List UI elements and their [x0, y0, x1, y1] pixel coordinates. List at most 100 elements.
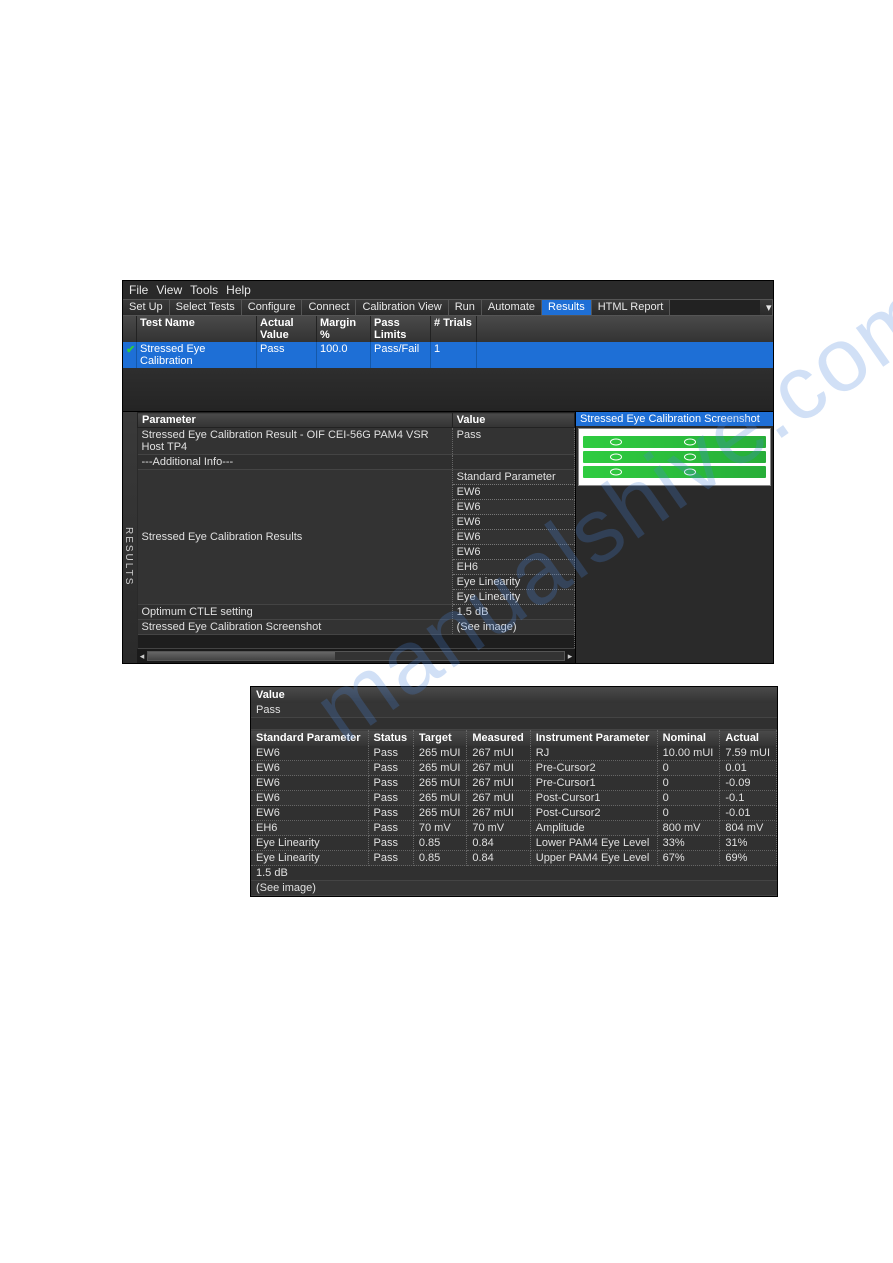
menu-file[interactable]: File [129, 283, 148, 297]
menu-tools[interactable]: Tools [190, 283, 218, 297]
param-label: Stressed Eye Calibration Screenshot [138, 620, 453, 635]
cell: 0 [657, 776, 720, 791]
pass-checkmark-icon: ✔ [123, 342, 137, 368]
eye-lane [583, 451, 766, 463]
table-row[interactable]: Pass [251, 703, 777, 718]
cell: EW6 [251, 776, 368, 791]
tabbar: Set Up Select Tests Configure Connect Ca… [123, 299, 773, 316]
cell: Pass [368, 851, 413, 866]
cell: 0.01 [720, 761, 777, 776]
inner-value: EW6 [452, 500, 574, 515]
col-pass-limits: Pass Limits [371, 316, 431, 342]
cell: 0 [657, 806, 720, 821]
param-label: Optimum CTLE setting [138, 605, 453, 620]
cell: Amplitude [530, 821, 657, 836]
table-row[interactable]: EW6Pass265 mUI267 mUIPost-Cursor20-0.01 [251, 806, 777, 821]
results-header-row: Test Name Actual Value Margin % Pass Lim… [123, 316, 773, 342]
menu-view[interactable]: View [156, 283, 182, 297]
cell: 70 mV [467, 821, 530, 836]
param-value: (See image) [452, 620, 574, 635]
inner-value: Eye Linearity [452, 590, 574, 605]
results-empty-area [123, 368, 773, 412]
cell: 0.84 [467, 851, 530, 866]
col-actual-value: Actual Value [257, 316, 317, 342]
col-trials: # Trials [431, 316, 477, 342]
screenshot-panel: Stressed Eye Calibration Screenshot [575, 412, 773, 663]
tab-connect[interactable]: Connect [302, 300, 356, 315]
menu-help[interactable]: Help [226, 283, 251, 297]
cell: 265 mUI [413, 746, 466, 761]
value-detail-panel: Value Pass Standard Parameter Status Tar… [250, 686, 778, 897]
col-actual: Actual [720, 730, 777, 747]
inner-value: EW6 [452, 545, 574, 560]
menubar: File View Tools Help [123, 281, 773, 299]
tab-select-tests[interactable]: Select Tests [170, 300, 242, 315]
tab-automate[interactable]: Automate [482, 300, 542, 315]
col-value: Value [452, 413, 574, 428]
cell: EH6 [251, 821, 368, 836]
cell: 10.00 mUI [657, 746, 720, 761]
horizontal-scrollbar[interactable]: ◂ ▸ [137, 649, 575, 663]
eye-lane [583, 466, 766, 478]
table-row[interactable]: Eye LinearityPass0.850.84Lower PAM4 Eye … [251, 836, 777, 851]
table-row[interactable]: Stressed Eye Calibration Screenshot (See… [138, 620, 575, 635]
cell: 70 mV [413, 821, 466, 836]
inner-value: Eye Linearity [452, 575, 574, 590]
cell: 31% [720, 836, 777, 851]
row-pass-limits: Pass/Fail [371, 342, 431, 368]
cell: 800 mV [657, 821, 720, 836]
cell: 33% [657, 836, 720, 851]
cell: 265 mUI [413, 791, 466, 806]
cell: 267 mUI [467, 806, 530, 821]
cell: 0.85 [413, 836, 466, 851]
optimum-value: 1.5 dB [251, 866, 777, 881]
tab-configure[interactable]: Configure [242, 300, 303, 315]
results-row-selected[interactable]: ✔ Stressed Eye Calibration Pass 100.0 Pa… [123, 342, 773, 368]
table-row[interactable]: EW6Pass265 mUI267 mUIPre-Cursor10-0.09 [251, 776, 777, 791]
table-row[interactable]: EW6Pass265 mUI267 mUIPre-Cursor200.01 [251, 761, 777, 776]
table-row[interactable]: ---Additional Info--- [138, 455, 575, 470]
tab-calibration-view[interactable]: Calibration View [356, 300, 448, 315]
table-row[interactable]: 1.5 dB [251, 866, 777, 881]
table-row[interactable]: EW6Pass265 mUI267 mUIRJ10.00 mUI7.59 mUI [251, 746, 777, 761]
table-row[interactable]: EH6Pass70 mV70 mVAmplitude800 mV804 mV [251, 821, 777, 836]
detail-area: RESULTS Parameter Value Stressed Eye Cal… [123, 412, 773, 663]
col-parameter: Parameter [138, 413, 453, 428]
value-detail-table: Value Pass Standard Parameter Status Tar… [251, 687, 777, 896]
results-summary: Test Name Actual Value Margin % Pass Lim… [123, 316, 773, 412]
table-row[interactable]: EW6Pass265 mUI267 mUIPost-Cursor10-0.1 [251, 791, 777, 806]
table-row[interactable]: Stressed Eye Calibration Result - OIF CE… [138, 428, 575, 455]
scroll-thumb[interactable] [148, 652, 335, 660]
cell: Pass [368, 776, 413, 791]
tab-overflow-icon[interactable]: ▾ [760, 300, 773, 315]
cell: Upper PAM4 Eye Level [530, 851, 657, 866]
scroll-left-icon[interactable]: ◂ [137, 651, 147, 662]
col-target: Target [413, 730, 466, 747]
cell: Pass [368, 746, 413, 761]
table-row[interactable]: Eye LinearityPass0.850.84Upper PAM4 Eye … [251, 851, 777, 866]
cell: Post-Cursor1 [530, 791, 657, 806]
cell: EW6 [251, 746, 368, 761]
cell: Pass [368, 791, 413, 806]
table-row[interactable]: (See image) [251, 881, 777, 896]
cell: -0.09 [720, 776, 777, 791]
table-row[interactable]: Stressed Eye Calibration Results Standar… [138, 470, 575, 485]
table-row[interactable]: Optimum CTLE setting 1.5 dB [138, 605, 575, 620]
app-window: File View Tools Help Set Up Select Tests… [122, 280, 774, 664]
cell: 265 mUI [413, 761, 466, 776]
cell: 0 [657, 791, 720, 806]
cell: 267 mUI [467, 776, 530, 791]
cell: 265 mUI [413, 806, 466, 821]
tab-html-report[interactable]: HTML Report [592, 300, 671, 315]
scroll-right-icon[interactable]: ▸ [565, 651, 575, 662]
param-value [452, 455, 574, 470]
eye-diagram-thumbnail[interactable] [578, 428, 771, 486]
tab-setup[interactable]: Set Up [123, 300, 170, 315]
col-instrument-parameter: Instrument Parameter [530, 730, 657, 747]
tab-results[interactable]: Results [542, 300, 592, 315]
parameter-table: Parameter Value Stressed Eye Calibration… [137, 412, 575, 649]
cell: 804 mV [720, 821, 777, 836]
tab-run[interactable]: Run [449, 300, 482, 315]
scroll-track[interactable] [147, 651, 565, 661]
cell: -0.1 [720, 791, 777, 806]
